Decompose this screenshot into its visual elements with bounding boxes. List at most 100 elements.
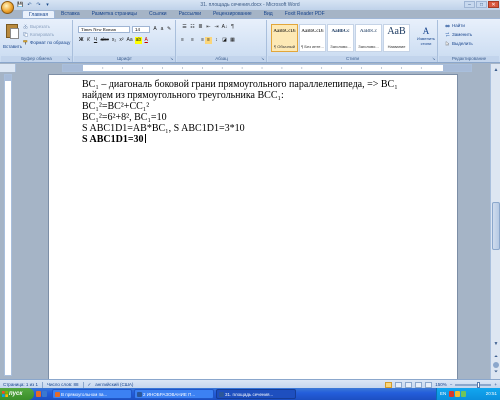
close-button[interactable]: ✕ [488, 1, 499, 8]
style-heading-2[interactable]: AaBbCc Заголово... [355, 24, 382, 52]
replace-label: Заменить [452, 32, 473, 37]
italic-button[interactable]: К [86, 37, 92, 44]
page-count[interactable]: Страница: 1 из 1 [3, 381, 38, 388]
word-count[interactable]: Число слов: 88 [47, 381, 79, 388]
quick-launch [36, 391, 47, 397]
font-size-combobox[interactable]: 14 [132, 26, 150, 33]
zoom-slider[interactable] [455, 381, 492, 388]
style-sample: AaB [387, 26, 406, 37]
replace-button[interactable]: Заменить [445, 32, 472, 37]
language-indicator[interactable]: английский (США) [95, 381, 133, 388]
zoom-level[interactable]: 150% [435, 381, 447, 388]
grow-font-button[interactable]: A [152, 26, 158, 33]
justify-button[interactable]: ≡ [205, 37, 212, 44]
volume-icon[interactable] [461, 391, 466, 397]
taskbar-item[interactable]: 2 ИНОБРАЗОВАНИЕ П... [134, 389, 214, 399]
strikethrough-button[interactable]: abe [100, 37, 110, 44]
increase-indent-button[interactable]: ⇥ [213, 24, 220, 31]
antivirus-icon[interactable] [449, 391, 454, 397]
change-styles-button[interactable]: A Изменить стили [416, 24, 436, 54]
zoom-out-button[interactable]: − [450, 381, 453, 388]
dialog-launcher-icon[interactable]: ↘ [432, 57, 436, 61]
style-normal[interactable]: AaBbCcDı ¶ Обычный [271, 24, 298, 52]
zoom-slider-knob[interactable] [477, 381, 481, 388]
scroll-down-icon[interactable]: ▼ [492, 340, 500, 348]
superscript-button[interactable]: x² [118, 37, 124, 44]
print-layout-view-button[interactable] [385, 381, 393, 388]
spellcheck-icon[interactable]: ✓ [88, 381, 92, 388]
font-name-combobox[interactable]: Times New Roman [78, 26, 130, 33]
bullets-button[interactable]: ☰ [181, 24, 188, 31]
vertical-scrollbar[interactable]: ▲ ▼ ⏶ ⏷ [490, 64, 500, 379]
underline-button[interactable]: Ч [93, 37, 99, 44]
align-left-button[interactable]: ≡ [181, 37, 188, 44]
dialog-launcher-icon[interactable]: ↘ [67, 57, 71, 61]
paintbrush-icon [23, 40, 28, 45]
taskbar-item-label: 2 ИНОБРАЗОВАНИЕ П... [143, 392, 196, 397]
style-name: ¶ Обычный [274, 44, 295, 49]
select-button[interactable]: Выделить [445, 41, 473, 46]
draft-view-button[interactable] [425, 381, 433, 388]
line-spacing-button[interactable]: ↕ [213, 37, 220, 44]
numbering-button[interactable]: ☷ [189, 24, 196, 31]
document-line-result: S ABC1D1=30 [82, 134, 422, 145]
multilevel-list-button[interactable]: ≣ [197, 24, 204, 31]
next-page-icon[interactable]: ⏷ [492, 369, 500, 376]
ruler-ticks [102, 67, 422, 69]
dialog-launcher-icon[interactable]: ↘ [261, 57, 265, 61]
document-body[interactable]: BC₁ – диагональ боковой грани прямоуголь… [82, 79, 422, 145]
change-case-button[interactable]: Aa [126, 37, 134, 44]
horizontal-ruler[interactable] [62, 64, 472, 72]
clock[interactable]: 20:51 [486, 388, 497, 400]
full-screen-view-button[interactable] [395, 381, 403, 388]
style-heading-1[interactable]: AaBbCc Заголово... [327, 24, 354, 52]
style-no-spacing[interactable]: AaBbCcDı ¶ Без инте... [299, 24, 326, 52]
browse-object-icon[interactable] [493, 362, 499, 368]
copy-button[interactable]: Копировать [23, 31, 54, 38]
web-layout-view-button[interactable] [405, 381, 413, 388]
keyboard-language[interactable]: EN [440, 388, 446, 400]
subscript-button[interactable]: x₂ [111, 37, 117, 44]
show-marks-button[interactable]: ¶ [229, 24, 236, 31]
cut-button[interactable]: Вырезать [23, 23, 50, 30]
find-button[interactable]: Найти [445, 23, 465, 28]
decrease-indent-button[interactable]: ⇤ [205, 24, 212, 31]
style-name: Заголово... [358, 44, 379, 49]
previous-page-icon[interactable]: ⏶ [492, 354, 500, 361]
document-line: BC₁ – диагональ боковой грани прямоуголь… [82, 79, 398, 90]
maximize-button[interactable]: □ [476, 1, 487, 8]
firefox-icon[interactable] [36, 391, 41, 397]
system-tray: EN 20:51 [436, 388, 500, 400]
sort-button[interactable]: A↓ [221, 24, 228, 31]
shrink-font-button[interactable]: a [159, 26, 165, 33]
document-page[interactable]: BC₁ – диагональ боковой грани прямоуголь… [48, 74, 458, 379]
window-controls: – □ ✕ [464, 1, 499, 8]
taskbar-item[interactable]: В прямоугольном па... [52, 389, 132, 399]
font-color-button[interactable]: A [143, 37, 149, 44]
style-title[interactable]: AaB Название [383, 24, 410, 52]
ruler-toggle[interactable] [0, 64, 16, 72]
taskbar-item-label: 31. площадь сечения... [225, 392, 274, 397]
highlight-button[interactable]: ab [134, 37, 143, 44]
office-button[interactable] [1, 1, 14, 14]
vertical-ruler[interactable] [4, 74, 12, 376]
scrollbar-thumb[interactable] [492, 202, 500, 250]
tray-icons [449, 391, 466, 397]
ie-icon[interactable] [42, 391, 47, 397]
shading-button[interactable]: ◪ [221, 37, 228, 44]
bold-button[interactable]: Ж [78, 37, 85, 44]
taskbar-item-active[interactable]: 31. площадь сечения... [216, 389, 296, 399]
scroll-up-icon[interactable]: ▲ [492, 66, 500, 74]
format-painter-button[interactable]: Формат по образцу [23, 39, 70, 46]
align-center-button[interactable]: ≡ [189, 37, 196, 44]
network-icon[interactable] [455, 391, 460, 397]
start-button[interactable]: пуск [0, 388, 34, 400]
dialog-launcher-icon[interactable]: ↘ [170, 57, 174, 61]
zoom-in-button[interactable]: + [494, 381, 497, 388]
clear-formatting-icon[interactable]: ✎ [166, 26, 172, 33]
paste-button[interactable]: Вставить [3, 22, 22, 55]
borders-button[interactable]: ▦ [229, 37, 236, 44]
align-right-button[interactable]: ≡ [197, 37, 204, 44]
minimize-button[interactable]: – [464, 1, 475, 8]
outline-view-button[interactable] [415, 381, 423, 388]
